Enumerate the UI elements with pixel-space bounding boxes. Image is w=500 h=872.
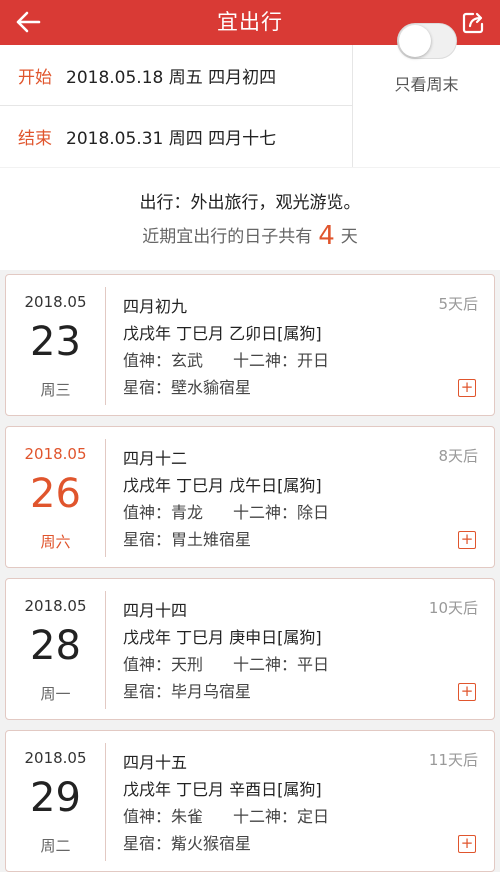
day-card[interactable]: 2018.05 26 周六 四月十二 戊戌年 丁巳月 戊午日[属狗] 值神：青龙… [5,426,495,568]
xingxiu-value: 胃土雉宿星 [171,530,252,549]
divider [105,287,106,405]
end-date-value: 2018.05.31 周四 四月十七 [66,129,277,149]
zhishen-label: 值神： [123,655,172,674]
add-plus-icon[interactable]: + [458,531,476,549]
day-details: 四月初九 戊戌年 丁巳月 乙卯日[属狗] 值神：玄武 十二神：开日 星宿：壁水貐宿… [123,293,484,401]
start-date-value: 2018.05.18 周五 四月初四 [66,67,277,88]
ganzhi: 戊戌年 丁巳月 辛酉日[属狗] [123,780,322,799]
good-days-count-line: 近期宜出行的日子共有 4 天 [0,221,500,251]
divider [105,439,106,557]
shier-value: 平日 [297,655,330,674]
days-from-now: 8天后 [438,447,478,465]
shen-line: 值神：青龙 十二神：除日 [123,499,484,526]
zhishen-value: 青龙 [171,503,204,522]
shier-value: 除日 [297,503,330,522]
date-block: 2018.05 29 周二 [6,731,105,871]
zhishen-label: 值神： [123,503,172,522]
divider [105,743,106,861]
xingxiu-line: 星宿：毕月乌宿星 [123,678,484,705]
count-suffix: 天 [340,227,358,247]
days-from-now: 11天后 [428,751,478,769]
shier-label: 十二神： [233,351,298,370]
xingxiu-value: 毕月乌宿星 [171,682,252,701]
start-date-row[interactable]: 开始 2018.05.18 周五 四月初四 [0,45,352,106]
days-from-now: 5天后 [438,295,478,313]
day-number: 23 [30,319,81,365]
weekday: 周二 [40,837,71,855]
day-card[interactable]: 2018.05 23 周三 四月初九 戊戌年 丁巳月 乙卯日[属狗] 值神：玄武… [5,274,495,416]
xingxiu-label: 星宿： [123,378,172,397]
shier-label: 十二神： [233,655,298,674]
day-card[interactable]: 2018.05 29 周二 四月十五 戊戌年 丁巳月 辛酉日[属狗] 值神：朱雀… [5,730,495,872]
shier-value: 定日 [297,807,330,826]
divider [105,591,106,709]
date-range-panel: 开始 2018.05.18 周五 四月初四 结束 2018.05.31 周四 四… [0,23,500,167]
xingxiu-line: 星宿：觜火猴宿星 [123,830,484,857]
date-block: 2018.05 28 周一 [6,579,105,719]
day-number: 28 [30,623,81,669]
activity-description: 出行：外出旅行，观光游览。 [139,193,361,213]
weekend-only-label: 只看周末 [394,75,459,94]
date-block: 2018.05 23 周三 [6,275,105,415]
xingxiu-line: 星宿：胃土雉宿星 [123,526,484,553]
ganzhi: 戊戌年 丁巳月 戊午日[属狗] [123,476,322,495]
add-plus-icon[interactable]: + [458,683,476,701]
zhishen-value: 天刑 [171,655,204,674]
shen-line: 值神：天刑 十二神：平日 [123,651,484,678]
shen-line: 值神：玄武 十二神：开日 [123,347,484,374]
zhishen-value: 玄武 [171,351,204,370]
shier-label: 十二神： [233,503,298,522]
xingxiu-value: 觜火猴宿星 [171,834,252,853]
day-details: 四月十二 戊戌年 丁巳月 戊午日[属狗] 值神：青龙 十二神：除日 星宿：胃土雉宿… [123,445,484,553]
end-label: 结束 [18,129,52,149]
xingxiu-label: 星宿： [123,530,172,549]
weekend-filter: 只看周末 [353,23,500,167]
count-prefix: 近期宜出行的日子共有 [142,227,313,247]
day-card[interactable]: 2018.05 28 周一 四月十四 戊戌年 丁巳月 庚申日[属狗] 值神：天刑… [5,578,495,720]
shier-label: 十二神： [233,807,298,826]
good-days-count: 4 [318,221,335,251]
zhishen-label: 值神： [123,351,172,370]
day-number: 26 [30,471,81,517]
date-block: 2018.05 26 周六 [6,427,105,567]
ganzhi: 戊戌年 丁巳月 庚申日[属狗] [123,628,322,647]
lunar-date: 四月十二 [123,449,188,468]
zhishen-label: 值神： [123,807,172,826]
lunar-date: 四月初九 [123,297,188,316]
year-month: 2018.05 [24,597,87,615]
xingxiu-value: 壁水貐宿星 [171,378,252,397]
share-icon[interactable] [458,8,488,38]
ganzhi: 戊戌年 丁巳月 乙卯日[属狗] [123,324,322,343]
xingxiu-label: 星宿： [123,834,172,853]
day-number: 29 [30,775,81,821]
add-plus-icon[interactable]: + [458,379,476,397]
xingxiu-line: 星宿：壁水貐宿星 [123,374,484,401]
start-label: 开始 [18,67,52,88]
shen-line: 值神：朱雀 十二神：定日 [123,803,484,830]
year-month: 2018.05 [24,749,87,767]
shier-value: 开日 [297,351,330,370]
add-plus-icon[interactable]: + [458,835,476,853]
year-month: 2018.05 [24,293,87,311]
weekday: 周三 [40,381,71,399]
end-date-row[interactable]: 结束 2018.05.31 周四 四月十七 [0,106,352,167]
toggle-knob [399,25,431,57]
weekday: 周一 [40,685,71,703]
summary-panel: 出行：外出旅行，观光游览。 近期宜出行的日子共有 4 天 [0,168,500,270]
year-month: 2018.05 [24,445,87,463]
days-from-now: 10天后 [428,599,478,617]
weekday: 周六 [40,533,71,551]
xingxiu-label: 星宿： [123,682,172,701]
zhishen-value: 朱雀 [171,807,204,826]
weekend-only-toggle[interactable] [397,23,457,59]
